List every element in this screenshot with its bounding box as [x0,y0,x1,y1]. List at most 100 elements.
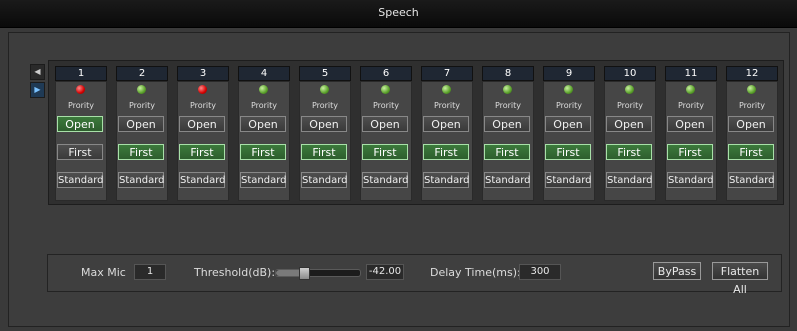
open-button[interactable]: Open [57,116,103,132]
open-button[interactable]: Open [423,116,469,132]
status-led-icon [320,85,329,94]
channel-number: 10 [604,66,656,81]
first-button[interactable]: First [301,144,347,160]
priority-label: Prority [67,101,95,110]
channel-body: Prority Open First Standard [55,81,107,201]
controls-bar: Max Mic 1 Threshold(dB): -42.00 Delay Ti… [47,254,782,296]
channel-body: Prority Open First Standard [360,81,412,201]
threshold-value-input[interactable]: -42.00 [366,264,404,280]
standard-button[interactable]: Standard [301,172,348,188]
channel-strip-container: 1 Prority Open First Standard 2 Prority … [48,60,784,205]
status-led-icon [503,85,512,94]
status-led-icon [564,85,573,94]
status-led-icon [137,85,146,94]
open-button[interactable]: Open [240,116,286,132]
channel-number: 11 [665,66,717,81]
priority-label: Prority [372,101,400,110]
first-button[interactable]: First [118,144,164,160]
first-button[interactable]: First [362,144,408,160]
bypass-button[interactable]: ByPass [653,262,701,280]
channel-body: Prority Open First Standard [665,81,717,201]
priority-label: Prority [311,101,339,110]
channel-body: Prority Open First Standard [543,81,595,201]
standard-button[interactable]: Standard [545,172,592,188]
open-button[interactable]: Open [728,116,774,132]
channel-5: 5 Prority Open First Standard [298,66,351,201]
channel-number: 4 [238,66,290,81]
first-button[interactable]: First [484,144,530,160]
channel-9: 9 Prority Open First Standard [542,66,595,201]
first-button[interactable]: First [179,144,225,160]
priority-label: Prority [250,101,278,110]
max-mic-input[interactable]: 1 [134,264,166,280]
channel-body: Prority Open First Standard [238,81,290,201]
priority-label: Prority [128,101,156,110]
first-button[interactable]: First [423,144,469,160]
channel-number: 3 [177,66,229,81]
delay-time-input[interactable]: 300 [519,264,561,280]
status-led-icon [198,85,207,94]
first-button[interactable]: First [240,144,286,160]
open-button[interactable]: Open [606,116,652,132]
status-led-icon [747,85,756,94]
channel-6: 6 Prority Open First Standard [359,66,412,201]
channel-12: 12 Prority Open First Standard [725,66,778,201]
channel-number: 8 [482,66,534,81]
standard-button[interactable]: Standard [57,172,104,188]
channel-number: 2 [116,66,168,81]
delay-time-label: Delay Time(ms): [430,266,521,279]
channel-body: Prority Open First Standard [726,81,778,201]
channel-body: Prority Open First Standard [116,81,168,201]
threshold-slider[interactable] [275,267,361,280]
open-button[interactable]: Open [545,116,591,132]
standard-button[interactable]: Standard [362,172,409,188]
channel-body: Prority Open First Standard [177,81,229,201]
open-button[interactable]: Open [118,116,164,132]
channel-2: 2 Prority Open First Standard [115,66,168,201]
channel-body: Prority Open First Standard [299,81,351,201]
standard-button[interactable]: Standard [667,172,714,188]
standard-button[interactable]: Standard [179,172,226,188]
triangle-left-icon[interactable]: ◀ [30,64,45,80]
channel-body: Prority Open First Standard [604,81,656,201]
status-led-icon [442,85,451,94]
channel-7: 7 Prority Open First Standard [420,66,473,201]
channel-3: 3 Prority Open First Standard [176,66,229,201]
priority-label: Prority [677,101,705,110]
channel-number: 12 [726,66,778,81]
priority-label: Prority [494,101,522,110]
first-button[interactable]: First [545,144,591,160]
open-button[interactable]: Open [301,116,347,132]
priority-label: Prority [616,101,644,110]
status-led-icon [259,85,268,94]
triangle-right-icon[interactable]: ▶ [30,82,45,98]
standard-button[interactable]: Standard [484,172,531,188]
first-button[interactable]: First [667,144,713,160]
standard-button[interactable]: Standard [606,172,653,188]
status-led-icon [76,85,85,94]
standard-button[interactable]: Standard [423,172,470,188]
open-button[interactable]: Open [362,116,408,132]
first-button[interactable]: First [606,144,652,160]
channel-10: 10 Prority Open First Standard [603,66,656,201]
first-button[interactable]: First [728,144,774,160]
first-button[interactable]: First [57,144,103,160]
open-button[interactable]: Open [484,116,530,132]
standard-button[interactable]: Standard [118,172,165,188]
priority-label: Prority [433,101,461,110]
threshold-slider-handle[interactable] [298,267,310,280]
threshold-label: Threshold(dB): [194,266,276,279]
max-mic-label: Max Mic [81,266,126,279]
channel-11: 11 Prority Open First Standard [664,66,717,201]
open-button[interactable]: Open [179,116,225,132]
status-led-icon [686,85,695,94]
channel-number: 7 [421,66,473,81]
channel-number: 9 [543,66,595,81]
standard-button[interactable]: Standard [728,172,775,188]
flatten-all-button[interactable]: Flatten All [712,262,768,296]
standard-button[interactable]: Standard [240,172,287,188]
title-bar: Speech [0,0,797,28]
channel-body: Prority Open First Standard [482,81,534,201]
channel-8: 8 Prority Open First Standard [481,66,534,201]
open-button[interactable]: Open [667,116,713,132]
